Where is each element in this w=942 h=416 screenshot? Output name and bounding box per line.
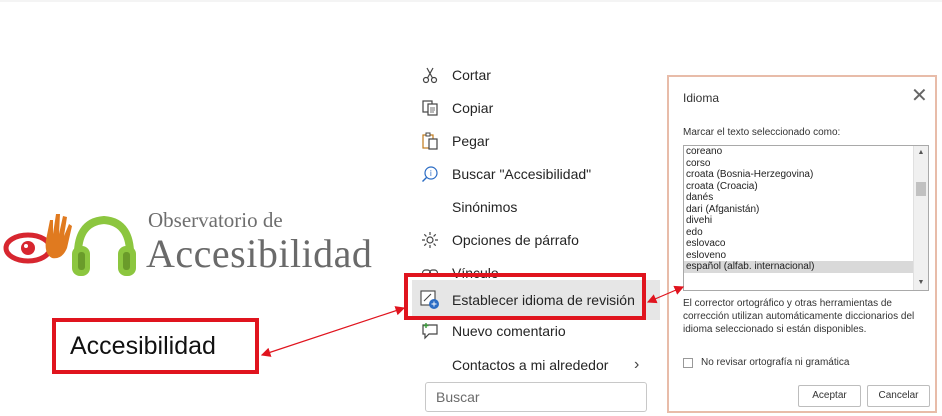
context-menu: Cortar Copiar Pegar i Buscar "Accesibili…: [412, 58, 660, 416]
menu-item-opciones-parrafo[interactable]: Opciones de párrafo: [412, 223, 660, 256]
language-dialog: Idioma ✕ Marcar el texto seleccionado co…: [667, 75, 937, 413]
paste-icon: [420, 131, 440, 151]
menu-item-pegar[interactable]: Pegar: [412, 124, 660, 157]
cancel-button[interactable]: Cancelar: [867, 385, 930, 407]
menu-item-copiar[interactable]: Copiar: [412, 91, 660, 124]
no-spellcheck-checkbox[interactable]: [683, 357, 693, 368]
dialog-prompt: Marcar el texto seleccionado como:: [683, 127, 841, 138]
comment-icon: [420, 321, 440, 341]
menu-label: Contactos a mi alrededor: [452, 356, 609, 373]
menu-highlight-box: [404, 273, 646, 320]
observatorio-logo: Observatorio de Accesibilidad: [0, 200, 390, 290]
no-spellcheck-option[interactable]: No revisar ortografía ni gramática: [683, 357, 849, 368]
menu-item-sinonimos[interactable]: Sinónimos: [412, 190, 660, 223]
language-option[interactable]: divehi: [684, 215, 914, 227]
menu-search-input[interactable]: Buscar: [425, 382, 647, 412]
listbox-scrollbar[interactable]: ▲ ▼: [913, 146, 928, 290]
language-option[interactable]: corso: [684, 158, 914, 170]
menu-item-contactos[interactable]: Contactos a mi alrededor ›: [412, 348, 660, 381]
scissors-icon: [420, 65, 440, 85]
callout-text: Accesibilidad: [70, 331, 216, 360]
menu-label: Opciones de párrafo: [452, 231, 579, 248]
menu-item-cortar[interactable]: Cortar: [412, 58, 660, 91]
menu-label: Copiar: [452, 99, 494, 116]
language-option[interactable]: edo: [684, 227, 914, 239]
accept-button[interactable]: Aceptar: [798, 385, 861, 407]
logo-graphic: [3, 214, 136, 276]
paragraph-options-icon: [420, 230, 440, 250]
language-option[interactable]: croata (Bosnia-Herzegovina): [684, 169, 914, 181]
menu-label: Nuevo comentario: [452, 322, 566, 339]
menu-label: Cortar: [452, 66, 491, 83]
arrow-callout-to-menu: [260, 306, 406, 357]
language-option[interactable]: dari (Afganistán): [684, 204, 914, 216]
scroll-down-icon[interactable]: ▼: [914, 277, 928, 289]
scroll-up-icon[interactable]: ▲: [914, 147, 928, 159]
menu-label: Buscar "Accesibilidad": [452, 165, 592, 182]
copy-icon: [420, 98, 440, 118]
scrollbar-thumb[interactable]: [916, 182, 926, 196]
dialog-description: El corrector ortográfico y otras herrami…: [683, 298, 915, 335]
language-option[interactable]: coreano: [684, 146, 914, 158]
svg-text:i: i: [430, 169, 432, 178]
selected-text-callout: Accesibilidad: [52, 318, 259, 374]
search-placeholder: Buscar: [436, 389, 480, 405]
checkbox-label: No revisar ortografía ni gramática: [701, 357, 850, 368]
menu-label: Sinónimos: [452, 198, 518, 215]
top-divider: [0, 0, 942, 2]
menu-item-buscar-accesibilidad[interactable]: i Buscar "Accesibilidad": [412, 157, 660, 190]
language-option-selected[interactable]: español (alfab. internacional): [684, 261, 914, 273]
language-option[interactable]: esloveno: [684, 250, 914, 262]
search-icon: i: [420, 164, 440, 184]
logo-title: Accesibilidad: [146, 231, 373, 276]
close-icon[interactable]: ✕: [911, 83, 928, 108]
language-option[interactable]: croata (Croacia): [684, 181, 914, 193]
menu-label: Pegar: [452, 132, 490, 149]
language-option[interactable]: eslovaco: [684, 238, 914, 250]
dialog-title: Idioma: [683, 91, 720, 105]
language-listbox[interactable]: coreano corso croata (Bosnia-Herzegovina…: [683, 145, 929, 291]
language-option[interactable]: danés: [684, 192, 914, 204]
chevron-right-icon: ›: [634, 355, 640, 373]
